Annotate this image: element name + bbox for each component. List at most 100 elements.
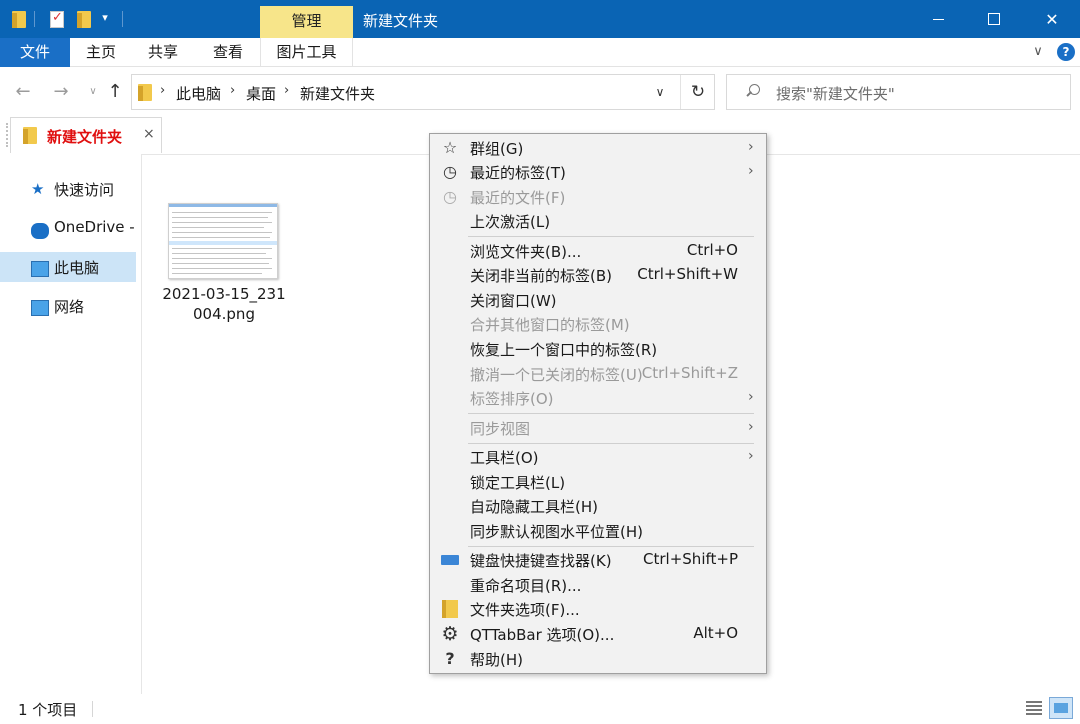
menu-item-restore-tabs[interactable]: 恢复上一个窗口中的标签(R) [430,337,766,361]
menu-item-sort-tabs: 标签排序(O) › [430,386,766,410]
close-button[interactable]: ✕ [1026,0,1078,38]
menu-item-shortcut: Ctrl+O [686,241,738,259]
chevron-down-icon[interactable]: ∨ [649,81,671,103]
menu-item-label: 锁定工具栏(L) [470,474,566,492]
search-input[interactable]: 搜索"新建文件夹" [726,74,1071,110]
menu-item-label: 恢复上一个窗口中的标签(R) [470,341,658,359]
folder-icon [23,127,37,144]
up-button[interactable]: ↑ [104,81,126,103]
menu-item-label: 最近的文件(F) [470,189,566,207]
tab-share[interactable]: 共享 [140,38,186,67]
address-row: ← → ∨ ↑ › 此电脑 › 桌面 › 新建文件夹 ∨ ↻ 搜索"新建文件夹" [0,67,1080,117]
navigation-pane: ★ 快速访问 OneDrive - 此电脑 网络 [0,154,140,694]
menu-item-recent-files: ◷ 最近的文件(F) [430,185,766,209]
minimize-button[interactable] [912,0,964,38]
large-icons-view-icon[interactable] [1049,697,1073,719]
nav-item-label: 此电脑 [54,259,100,277]
menu-item-qttabbar-options[interactable]: ⚙ QTTabBar 选项(O)... Alt+O [430,622,766,646]
file-item[interactable]: 2021-03-15_231004.png [162,199,286,329]
menu-item-label: 同步默认视图水平位置(H) [470,523,643,541]
nav-item-quick-access[interactable]: ★ 快速访问 [0,174,136,204]
menu-item-rename[interactable]: 重命名项目(R)... [430,573,766,597]
toolbar-grip[interactable] [6,123,8,147]
maximize-button[interactable] [968,0,1020,38]
divider [92,701,93,717]
chevron-right-icon: › [748,139,754,155]
menu-item-label: QTTabBar 选项(O)... [470,626,615,644]
title-bar: ▾ 管理 新建文件夹 ✕ [0,0,1080,38]
menu-item-recent-tabs[interactable]: ◷ 最近的标签(T) › [430,160,766,184]
image-thumbnail [168,203,278,279]
chevron-right-icon[interactable]: › [230,83,235,98]
nav-item-onedrive[interactable]: OneDrive - [0,213,136,243]
divider [34,11,35,27]
tab-home[interactable]: 主页 [78,38,124,67]
help-icon[interactable]: ? [1057,43,1075,61]
menu-separator [468,443,754,444]
context-menu: ☆ 群组(G) › ◷ 最近的标签(T) › ◷ 最近的文件(F) 上次激活(L… [429,133,767,674]
star-icon: ★ [31,180,45,198]
menu-item-close-other-tabs[interactable]: 关闭非当前的标签(B) Ctrl+Shift+W [430,263,766,287]
menu-item-browse-folder[interactable]: 浏览文件夹(B)... Ctrl+O [430,239,766,263]
menu-item-label: 关闭非当前的标签(B) [470,267,612,285]
tab-view[interactable]: 查看 [205,38,251,67]
chevron-down-icon[interactable]: ∨ [1030,44,1046,60]
folder-icon [138,84,152,101]
menu-item-label: 撤消一个已关闭的标签(U) [470,366,643,384]
tab-file[interactable]: 文件 [0,38,70,67]
chevron-right-icon[interactable]: › [160,83,165,98]
properties-icon[interactable] [48,9,66,29]
menu-item-auto-hide-toolbar[interactable]: 自动隐藏工具栏(H) [430,494,766,518]
chevron-right-icon[interactable]: › [284,83,289,98]
menu-item-sync-horizontal[interactable]: 同步默认视图水平位置(H) [430,519,766,543]
menu-item-label: 帮助(H) [470,651,523,669]
menu-item-groups[interactable]: ☆ 群组(G) › [430,136,766,160]
search-placeholder: 搜索"新建文件夹" [776,85,895,103]
menu-item-last-activated[interactable]: 上次激活(L) [430,209,766,233]
back-button[interactable]: ← [12,81,34,103]
chevron-right-icon: › [748,163,754,179]
status-bar: 1 个项目 [0,694,1080,724]
manage-tab[interactable]: 管理 [260,6,353,38]
chevron-right-icon: › [748,389,754,405]
close-icon[interactable]: × [143,126,155,142]
star-icon: ☆ [442,138,458,157]
menu-item-toolbars[interactable]: 工具栏(O) › [430,445,766,469]
menu-item-folder-options[interactable]: 文件夹选项(F)... [430,597,766,621]
menu-item-close-window[interactable]: 关闭窗口(W) [430,288,766,312]
tab-new-folder[interactable]: 新建文件夹 × [10,117,162,153]
gear-icon: ⚙ [441,623,459,645]
new-folder-icon[interactable] [76,9,92,29]
nav-item-this-pc[interactable]: 此电脑 [0,252,136,282]
address-bar[interactable]: › 此电脑 › 桌面 › 新建文件夹 ∨ ↻ [131,74,715,110]
refresh-icon[interactable]: ↻ [685,80,711,104]
menu-item-label: 键盘快捷键查找器(K) [470,552,612,570]
forward-button[interactable]: → [50,81,72,103]
file-name: 2021-03-15_231004.png [162,285,286,323]
menu-item-label: 工具栏(O) [470,449,539,467]
menu-item-label: 浏览文件夹(B)... [470,243,582,261]
breadcrumb-this-pc[interactable]: 此电脑 [176,83,221,104]
tab-picture-tools[interactable]: 图片工具 [260,38,353,67]
menu-item-lock-toolbar[interactable]: 锁定工具栏(L) [430,470,766,494]
menu-item-merge-windows: 合并其他窗口的标签(M) [430,312,766,336]
menu-item-shortcut: Alt+O [693,624,738,642]
cloud-icon [31,223,49,239]
menu-item-shortcut-finder[interactable]: 键盘快捷键查找器(K) Ctrl+Shift+P [430,548,766,572]
menu-item-shortcut: Ctrl+Shift+Z [641,364,738,382]
menu-item-label: 关闭窗口(W) [470,292,557,310]
menu-separator [468,413,754,414]
chevron-right-icon: › [748,448,754,464]
nav-item-network[interactable]: 网络 [0,291,136,321]
breadcrumb-new-folder[interactable]: 新建文件夹 [300,83,375,104]
nav-item-label: OneDrive - [54,218,135,236]
details-view-icon[interactable] [1024,699,1044,717]
menu-item-shortcut: Ctrl+Shift+P [643,550,738,568]
menu-item-help[interactable]: ? 帮助(H) [430,647,766,671]
menu-item-label: 群组(G) [470,140,524,158]
menu-separator [468,236,754,237]
quick-access-dropdown-icon[interactable]: ▾ [98,9,112,25]
breadcrumb-desktop[interactable]: 桌面 [246,83,276,104]
recent-locations-icon[interactable]: ∨ [82,81,104,103]
folder-icon [11,9,27,29]
